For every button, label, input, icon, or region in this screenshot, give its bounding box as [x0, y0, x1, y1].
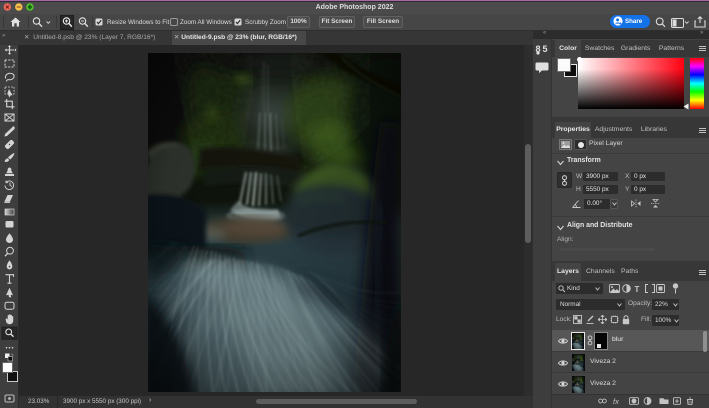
svg-text:5: 5 — [543, 44, 548, 54]
svg-text:fx: fx — [613, 397, 619, 405]
